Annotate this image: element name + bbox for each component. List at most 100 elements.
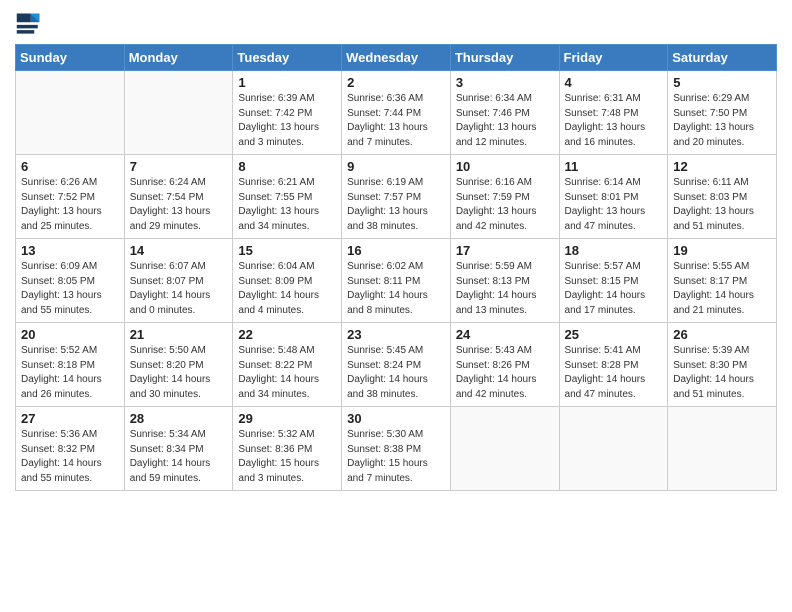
day-number: 19 [673, 243, 771, 258]
calendar-cell: 10 Sunrise: 6:16 AM Sunset: 7:59 PM Dayli… [450, 155, 559, 239]
day-number: 28 [130, 411, 228, 426]
calendar-body: 1 Sunrise: 6:39 AM Sunset: 7:42 PM Daylig… [16, 71, 777, 491]
day-number: 2 [347, 75, 445, 90]
calendar-cell [559, 407, 668, 491]
calendar-cell: 16 Sunrise: 6:02 AM Sunset: 8:11 PM Dayli… [342, 239, 451, 323]
day-number: 23 [347, 327, 445, 342]
day-info: Sunrise: 6:11 AM Sunset: 8:03 PM Dayligh… [673, 176, 771, 234]
calendar-cell: 23 Sunrise: 5:45 AM Sunset: 8:24 PM Dayli… [342, 323, 451, 407]
day-number: 30 [347, 411, 445, 426]
day-number: 7 [130, 159, 228, 174]
calendar-cell: 12 Sunrise: 6:11 AM Sunset: 8:03 PM Dayli… [668, 155, 777, 239]
day-number: 11 [565, 159, 663, 174]
day-info: Sunrise: 5:41 AM Sunset: 8:28 PM Dayligh… [565, 344, 663, 402]
day-info: Sunrise: 5:34 AM Sunset: 8:34 PM Dayligh… [130, 428, 228, 486]
calendar-cell [668, 407, 777, 491]
calendar-week-row: 27 Sunrise: 5:36 AM Sunset: 8:32 PM Dayli… [16, 407, 777, 491]
weekday-header: Thursday [450, 45, 559, 71]
day-number: 25 [565, 327, 663, 342]
day-info: Sunrise: 6:26 AM Sunset: 7:52 PM Dayligh… [21, 176, 119, 234]
calendar-cell: 21Sunrise: 5:50 AM Sunset: 8:20 PM Dayli… [124, 323, 233, 407]
day-number: 26 [673, 327, 771, 342]
day-number: 17 [456, 243, 554, 258]
calendar-week-row: 1 Sunrise: 6:39 AM Sunset: 7:42 PM Daylig… [16, 71, 777, 155]
day-number: 9 [347, 159, 445, 174]
calendar-table: SundayMondayTuesdayWednesdayThursdayFrid… [15, 44, 777, 491]
day-number: 3 [456, 75, 554, 90]
day-number: 22 [238, 327, 336, 342]
calendar-cell [124, 71, 233, 155]
weekday-row: SundayMondayTuesdayWednesdayThursdayFrid… [16, 45, 777, 71]
day-info: Sunrise: 6:34 AM Sunset: 7:46 PM Dayligh… [456, 92, 554, 150]
day-number: 13 [21, 243, 119, 258]
day-info: Sunrise: 5:59 AM Sunset: 8:13 PM Dayligh… [456, 260, 554, 318]
day-number: 18 [565, 243, 663, 258]
calendar-cell: 26 Sunrise: 5:39 AM Sunset: 8:30 PM Dayli… [668, 323, 777, 407]
day-info: Sunrise: 5:36 AM Sunset: 8:32 PM Dayligh… [21, 428, 119, 486]
calendar-cell: 1 Sunrise: 6:39 AM Sunset: 7:42 PM Daylig… [233, 71, 342, 155]
day-info: Sunrise: 5:50 AM Sunset: 8:20 PM Dayligh… [130, 344, 228, 402]
logo-icon [15, 10, 43, 38]
day-info: Sunrise: 6:39 AM Sunset: 7:42 PM Dayligh… [238, 92, 336, 150]
day-number: 6 [21, 159, 119, 174]
calendar-cell: 3 Sunrise: 6:34 AM Sunset: 7:46 PM Daylig… [450, 71, 559, 155]
day-number: 29 [238, 411, 336, 426]
weekday-header: Saturday [668, 45, 777, 71]
day-info: Sunrise: 5:45 AM Sunset: 8:24 PM Dayligh… [347, 344, 445, 402]
day-info: Sunrise: 6:29 AM Sunset: 7:50 PM Dayligh… [673, 92, 771, 150]
calendar-cell: 2 Sunrise: 6:36 AM Sunset: 7:44 PM Daylig… [342, 71, 451, 155]
calendar-cell: 9 Sunrise: 6:19 AM Sunset: 7:57 PM Daylig… [342, 155, 451, 239]
day-info: Sunrise: 5:43 AM Sunset: 8:26 PM Dayligh… [456, 344, 554, 402]
calendar-cell: 30 Sunrise: 5:30 AM Sunset: 8:38 PM Dayli… [342, 407, 451, 491]
day-info: Sunrise: 5:48 AM Sunset: 8:22 PM Dayligh… [238, 344, 336, 402]
day-info: Sunrise: 6:31 AM Sunset: 7:48 PM Dayligh… [565, 92, 663, 150]
day-info: Sunrise: 6:02 AM Sunset: 8:11 PM Dayligh… [347, 260, 445, 318]
calendar-cell [16, 71, 125, 155]
day-info: Sunrise: 5:52 AM Sunset: 8:18 PM Dayligh… [21, 344, 119, 402]
weekday-header: Tuesday [233, 45, 342, 71]
calendar-cell: 17 Sunrise: 5:59 AM Sunset: 8:13 PM Dayli… [450, 239, 559, 323]
calendar-cell: 18 Sunrise: 5:57 AM Sunset: 8:15 PM Dayli… [559, 239, 668, 323]
calendar-cell: 29Sunrise: 5:32 AM Sunset: 8:36 PM Dayli… [233, 407, 342, 491]
day-info: Sunrise: 5:55 AM Sunset: 8:17 PM Dayligh… [673, 260, 771, 318]
day-info: Sunrise: 6:21 AM Sunset: 7:55 PM Dayligh… [238, 176, 336, 234]
calendar-cell: 15Sunrise: 6:04 AM Sunset: 8:09 PM Dayli… [233, 239, 342, 323]
calendar-week-row: 20 Sunrise: 5:52 AM Sunset: 8:18 PM Dayli… [16, 323, 777, 407]
day-info: Sunrise: 6:16 AM Sunset: 7:59 PM Dayligh… [456, 176, 554, 234]
page-header [15, 10, 777, 38]
day-number: 27 [21, 411, 119, 426]
day-info: Sunrise: 5:57 AM Sunset: 8:15 PM Dayligh… [565, 260, 663, 318]
day-info: Sunrise: 5:30 AM Sunset: 8:38 PM Dayligh… [347, 428, 445, 486]
calendar-cell: 13Sunrise: 6:09 AM Sunset: 8:05 PM Dayli… [16, 239, 125, 323]
calendar-cell: 24 Sunrise: 5:43 AM Sunset: 8:26 PM Dayli… [450, 323, 559, 407]
day-info: Sunrise: 6:07 AM Sunset: 8:07 PM Dayligh… [130, 260, 228, 318]
day-number: 16 [347, 243, 445, 258]
day-info: Sunrise: 5:39 AM Sunset: 8:30 PM Dayligh… [673, 344, 771, 402]
calendar-cell: 6 Sunrise: 6:26 AM Sunset: 7:52 PM Daylig… [16, 155, 125, 239]
weekday-header: Monday [124, 45, 233, 71]
calendar-cell: 14 Sunrise: 6:07 AM Sunset: 8:07 PM Dayli… [124, 239, 233, 323]
calendar-cell: 28 Sunrise: 5:34 AM Sunset: 8:34 PM Dayli… [124, 407, 233, 491]
day-info: Sunrise: 6:24 AM Sunset: 7:54 PM Dayligh… [130, 176, 228, 234]
logo [15, 10, 47, 38]
calendar-cell: 11Sunrise: 6:14 AM Sunset: 8:01 PM Dayli… [559, 155, 668, 239]
weekday-header: Wednesday [342, 45, 451, 71]
calendar-cell: 5 Sunrise: 6:29 AM Sunset: 7:50 PM Daylig… [668, 71, 777, 155]
day-number: 24 [456, 327, 554, 342]
weekday-header: Friday [559, 45, 668, 71]
day-number: 15 [238, 243, 336, 258]
day-number: 14 [130, 243, 228, 258]
day-number: 12 [673, 159, 771, 174]
day-info: Sunrise: 6:19 AM Sunset: 7:57 PM Dayligh… [347, 176, 445, 234]
day-number: 10 [456, 159, 554, 174]
day-number: 20 [21, 327, 119, 342]
calendar-cell: 4 Sunrise: 6:31 AM Sunset: 7:48 PM Daylig… [559, 71, 668, 155]
day-info: Sunrise: 6:36 AM Sunset: 7:44 PM Dayligh… [347, 92, 445, 150]
calendar-week-row: 6 Sunrise: 6:26 AM Sunset: 7:52 PM Daylig… [16, 155, 777, 239]
calendar-cell: 27 Sunrise: 5:36 AM Sunset: 8:32 PM Dayli… [16, 407, 125, 491]
day-number: 8 [238, 159, 336, 174]
day-number: 5 [673, 75, 771, 90]
day-number: 1 [238, 75, 336, 90]
day-number: 4 [565, 75, 663, 90]
calendar-cell [450, 407, 559, 491]
